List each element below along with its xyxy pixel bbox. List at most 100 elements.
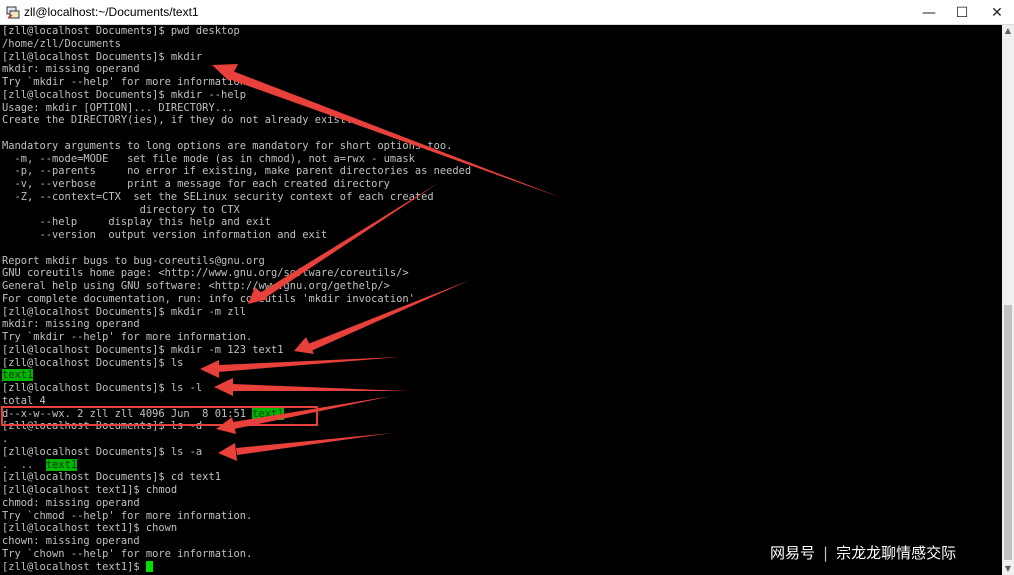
- terminal-line-text: [zll@localhost Documents]$ pwd desktop: [2, 25, 240, 37]
- terminal-line: chown: missing operand: [2, 535, 471, 548]
- terminal-line-text: For complete documentation, run: info co…: [2, 292, 415, 305]
- terminal-line-text: [zll@localhost Documents]$ ls -a: [2, 445, 203, 458]
- directory-highlight: text1: [2, 369, 34, 382]
- terminal-line: Try `mkdir --help' for more information.: [2, 331, 471, 344]
- scrollbar-thumb[interactable]: [1004, 305, 1012, 560]
- terminal-line: --help display this help and exit: [2, 216, 471, 229]
- terminal-line-text: [zll@localhost text1]$: [2, 560, 146, 573]
- watermark-separator: |: [823, 544, 829, 562]
- terminal-line-text: [zll@localhost Documents]$ ls: [2, 356, 184, 369]
- terminal-line: Mandatory arguments to long options are …: [2, 140, 471, 153]
- terminal-area[interactable]: [zll@localhost Documents]$ pwd desktop/h…: [0, 25, 1002, 575]
- terminal-line-text: Report mkdir bugs to bug-coreutils@gnu.o…: [2, 254, 265, 267]
- terminal-line: Create the DIRECTORY(ies), if they do no…: [2, 114, 471, 127]
- maximize-button[interactable]: ☐: [945, 0, 979, 25]
- close-button[interactable]: ✕: [980, 0, 1014, 25]
- terminal-line: text1: [2, 369, 471, 382]
- terminal-line-text: total 4: [2, 394, 46, 407]
- terminal-line-text: [zll@localhost text1]$ chown: [2, 522, 178, 535]
- scroll-up-icon[interactable]: ▲: [1002, 25, 1014, 37]
- terminal-line-text: mkdir: missing operand: [2, 318, 140, 331]
- terminal-line-text: --help display this help and exit: [2, 216, 271, 229]
- terminal-line: Report mkdir bugs to bug-coreutils@gnu.o…: [2, 255, 471, 268]
- terminal-line: For complete documentation, run: info co…: [2, 293, 471, 306]
- terminal-line-text: [zll@localhost Documents]$ mkdir -m zll: [2, 305, 246, 318]
- terminal-line-text: chown: missing operand: [2, 535, 140, 547]
- terminal-line-text: . ..: [2, 458, 46, 471]
- terminal-line: chmod: missing operand: [2, 497, 471, 510]
- terminal-line-text: [zll@localhost text1]$ chmod: [2, 484, 178, 496]
- terminal-line-text: [zll@localhost Documents]$ mkdir --help: [2, 88, 246, 101]
- terminal-line: [zll@localhost Documents]$ cd text1: [2, 471, 471, 484]
- terminal-line: [zll@localhost Documents]$ ls -a: [2, 446, 471, 459]
- terminal-line-text: [zll@localhost Documents]$ ls -l: [2, 382, 203, 394]
- terminal-line: total 4: [2, 395, 471, 408]
- terminal-line-text: Try `mkdir --help' for more information.: [2, 76, 253, 88]
- terminal-line-text: Try `chown --help' for more information.: [2, 547, 253, 560]
- terminal-line: [zll@localhost text1]$: [2, 561, 471, 574]
- terminal-line-text: [zll@localhost Documents]$ mkdir -m 123 …: [2, 343, 284, 356]
- terminal-line: [zll@localhost Documents]$ ls -l: [2, 382, 471, 395]
- terminal-line: mkdir: missing operand: [2, 63, 471, 76]
- terminal-line: -v, --verbose print a message for each c…: [2, 178, 471, 191]
- terminal-line-text: Create the DIRECTORY(ies), if they do no…: [2, 114, 353, 127]
- minimize-button[interactable]: —: [912, 0, 946, 25]
- terminal-line: -m, --mode=MODE set file mode (as in chm…: [2, 153, 471, 166]
- terminal-line-text: directory to CTX: [2, 203, 240, 216]
- terminal-cursor: [145, 561, 153, 572]
- terminal-line: [zll@localhost Documents]$ mkdir -m zll: [2, 306, 471, 319]
- terminal-line-text: -Z, --context=CTX set the SELinux securi…: [2, 190, 434, 203]
- terminal-line: Usage: mkdir [OPTION]... DIRECTORY...: [2, 102, 471, 115]
- terminal-line: [zll@localhost Documents]$ pwd desktop: [2, 25, 471, 38]
- terminal-line: [zll@localhost Documents]$ mkdir: [2, 51, 471, 64]
- terminal-line: directory to CTX: [2, 204, 471, 217]
- terminal-line: -p, --parents no error if existing, make…: [2, 165, 472, 178]
- terminal-line: [zll@localhost Documents]$ ls: [2, 357, 471, 370]
- directory-highlight: text1: [252, 407, 284, 420]
- terminal-line: [zll@localhost text1]$ chmod: [2, 484, 471, 497]
- watermark: 网易号 | 宗龙龙聊情感交际: [770, 542, 956, 563]
- terminal-output: [zll@localhost Documents]$ pwd desktop/h…: [2, 25, 471, 573]
- terminal-line: /home/zll/Documents: [2, 38, 471, 51]
- terminal-line: mkdir: missing operand: [2, 318, 471, 331]
- window-title: zll@localhost:~/Documents/text1: [24, 5, 199, 19]
- terminal-line-text: chmod: missing operand: [2, 496, 140, 509]
- terminal-line-text: -p, --parents no error if existing, make…: [2, 165, 472, 178]
- terminal-line-text: Try `chmod --help' for more information.: [2, 509, 253, 522]
- terminal-line: d--x-w--wx. 2 zll zll 4096 Jun 8 01:51 t…: [2, 407, 471, 421]
- terminal-line-text: Try `mkdir --help' for more information.: [2, 331, 253, 343]
- terminal-line-text: [zll@localhost Documents]$ cd text1: [2, 471, 221, 484]
- terminal-line-text: GNU coreutils home page: <http://www.gnu…: [2, 267, 409, 280]
- terminal-line: . .. text1: [2, 458, 471, 472]
- terminal-line: Try `chown --help' for more information.: [2, 548, 471, 561]
- terminal-line-text: Usage: mkdir [OPTION]... DIRECTORY...: [2, 101, 234, 114]
- watermark-author: 宗龙龙聊情感交际: [836, 544, 957, 562]
- terminal-line: --version output version information and…: [2, 229, 471, 242]
- terminal-line-text: -v, --verbose print a message for each c…: [2, 178, 390, 190]
- terminal-line: Try `chmod --help' for more information.: [2, 510, 471, 523]
- terminal-line: General help using GNU software: <http:/…: [2, 280, 471, 293]
- directory-highlight: text1: [45, 458, 78, 471]
- terminal-line: .: [2, 433, 471, 446]
- terminal-line-text: [zll@localhost Documents]$ ls -d: [2, 420, 203, 433]
- terminal-line-text: mkdir: missing operand: [2, 63, 140, 76]
- terminal-line-text: -m, --mode=MODE set file mode (as in chm…: [2, 152, 415, 165]
- terminal-line-text: d--x-w--wx. 2 zll zll 4096 Jun 8 01:51: [2, 407, 253, 420]
- terminal-line: GNU coreutils home page: <http://www.gnu…: [2, 267, 471, 280]
- terminal-line-text: .: [2, 433, 9, 445]
- terminal-line-text: /home/zll/Documents: [2, 37, 121, 50]
- terminal-line-text: Mandatory arguments to long options are …: [2, 139, 453, 152]
- terminal-line: [zll@localhost Documents]$ ls -d: [2, 420, 471, 433]
- terminal-line-text: [zll@localhost Documents]$ mkdir: [2, 50, 203, 63]
- terminal-line: Try `mkdir --help' for more information.: [2, 76, 471, 89]
- terminal-line: [zll@localhost text1]$ chown: [2, 522, 471, 535]
- watermark-brand: 网易号: [770, 544, 816, 562]
- terminal-line: [zll@localhost Documents]$ mkdir -m 123 …: [2, 344, 471, 357]
- terminal-line-text: General help using GNU software: <http:/…: [2, 280, 390, 292]
- scroll-down-icon[interactable]: ▼: [1002, 563, 1014, 575]
- window-titlebar[interactable]: zll@localhost:~/Documents/text1 — ☐ ✕: [0, 0, 1014, 25]
- vertical-scrollbar[interactable]: ▲ ▼: [1002, 25, 1014, 575]
- terminal-line: [zll@localhost Documents]$ mkdir --help: [2, 89, 471, 102]
